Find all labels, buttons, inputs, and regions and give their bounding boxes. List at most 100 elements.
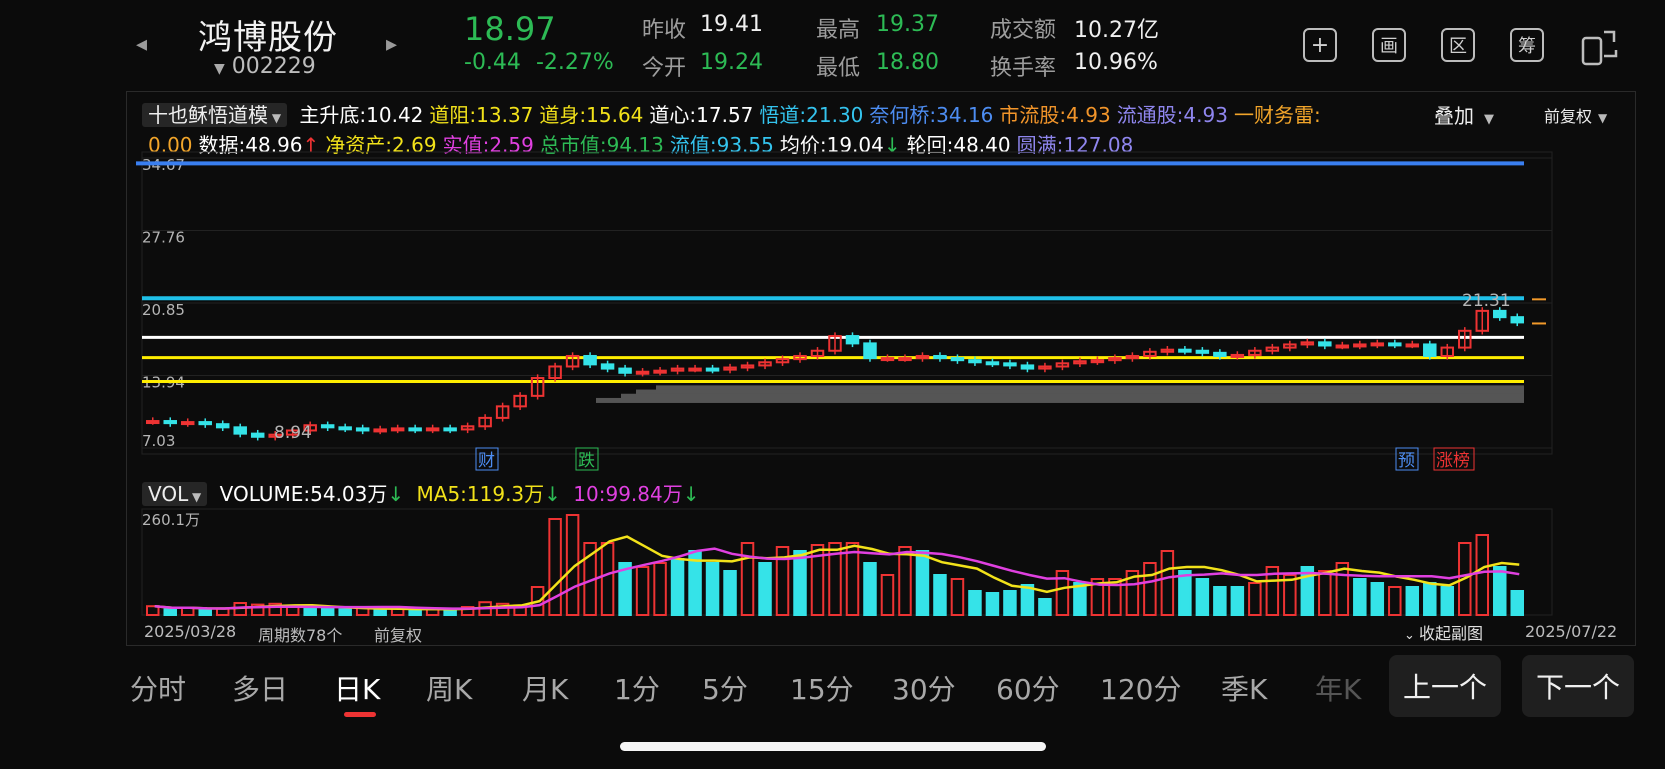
overlay-dropdown[interactable]: 叠加 ▼ xyxy=(1434,100,1494,129)
volume-bar xyxy=(1178,570,1192,616)
candle xyxy=(1370,342,1385,347)
tab-4[interactable]: 月K xyxy=(522,668,568,708)
candle xyxy=(338,426,352,431)
volume-bar xyxy=(1353,578,1367,616)
volume-bar xyxy=(1440,586,1455,616)
stat-label: 最低 xyxy=(816,56,861,81)
indicator-value: 悟道:21.30 xyxy=(759,103,864,127)
candle xyxy=(863,342,877,360)
candle xyxy=(1230,353,1245,358)
candle xyxy=(1090,359,1105,364)
volume-bar xyxy=(740,542,755,616)
candle xyxy=(320,424,335,429)
tab-12[interactable]: 年K xyxy=(1315,668,1361,708)
candle xyxy=(635,370,650,375)
tab-3[interactable]: 周K xyxy=(426,668,472,708)
candle xyxy=(985,361,1000,366)
event-marker: 预 xyxy=(1398,451,1415,471)
tab-0[interactable]: 分时 xyxy=(130,668,186,708)
chevron-down-icon: ⌄ xyxy=(1404,628,1420,643)
down-arrow: ↓ xyxy=(544,482,561,506)
prev-stock-button[interactable]: 上一个 xyxy=(1389,655,1501,717)
candle xyxy=(1195,349,1210,354)
adjust-dropdown[interactable]: 前复权 ▼ xyxy=(1544,103,1607,127)
stat-value: 10.96% xyxy=(1074,50,1158,75)
change-percent: -2.27% xyxy=(535,50,614,75)
candle xyxy=(215,423,230,429)
candle xyxy=(146,420,160,425)
candle xyxy=(233,426,247,435)
volume-bar xyxy=(1213,586,1227,616)
tab-1[interactable]: 多日 xyxy=(232,668,288,708)
tab-8[interactable]: 30分 xyxy=(892,668,956,708)
current-price: 18.97 xyxy=(464,10,556,48)
tab-10[interactable]: 120分 xyxy=(1100,668,1181,708)
kline-chart[interactable]: 34.6727.7620.8513.947.038.9421.31财跌预涨榜 xyxy=(126,150,1636,475)
candle xyxy=(618,367,632,374)
volume-bar xyxy=(373,608,387,617)
tab-5[interactable]: 1分 xyxy=(614,668,660,708)
tab-6[interactable]: 5分 xyxy=(702,668,748,708)
prev-stock-arrow-icon[interactable]: ◂ xyxy=(136,32,147,57)
candle xyxy=(688,367,702,372)
stat-label: 今开 xyxy=(642,56,687,81)
chip-distribution-button[interactable]: 筹 xyxy=(1510,28,1544,62)
volume-bar xyxy=(653,562,667,616)
volume-bar xyxy=(1510,590,1525,616)
stock-code-text: 002229 xyxy=(231,54,316,79)
volume-bar xyxy=(320,607,335,616)
candle xyxy=(1353,343,1367,348)
stat-label: 最高 xyxy=(816,18,861,43)
volume-bar xyxy=(1248,582,1262,616)
indicator-selector[interactable]: 十也稣悟道模 ▼ xyxy=(142,103,288,127)
down-arrow: ↓ xyxy=(682,482,700,506)
stat-label: 换手率 xyxy=(990,56,1057,81)
volume-header: VOL ▼ VOLUME:54.03万↓ MA5:119.3万↓ 10:99.8… xyxy=(142,478,700,507)
rotate-screen-icon[interactable] xyxy=(1580,26,1620,66)
volume-bar xyxy=(635,566,650,616)
tab-7[interactable]: 15分 xyxy=(790,668,854,708)
volume-indicator-selector[interactable]: VOL ▼ xyxy=(142,482,208,506)
y-tick-label: 7.03 xyxy=(142,432,175,450)
candle xyxy=(198,421,212,426)
volume-bar xyxy=(303,606,317,617)
adjust-label: 前复权 xyxy=(1544,107,1593,126)
indicator-value: 流通股:4.93 xyxy=(1116,103,1228,127)
stock-code[interactable]: ▼ 002229 xyxy=(214,54,316,79)
volume-bar xyxy=(670,558,685,616)
volume-bar xyxy=(1388,586,1402,616)
candle xyxy=(408,427,422,432)
active-tab-indicator xyxy=(344,712,376,717)
volume-bar xyxy=(1423,582,1437,616)
change-value: -0.44 xyxy=(464,50,521,75)
tab-2[interactable]: 日K xyxy=(334,668,380,708)
candle xyxy=(250,432,265,438)
volume-bar xyxy=(408,609,422,616)
indicator-value: 主升底:10.42 xyxy=(299,103,424,127)
candle xyxy=(880,357,895,362)
indicator-value: 一财务雷: xyxy=(1233,103,1321,127)
candle xyxy=(600,363,615,370)
chevron-down-icon: ▼ xyxy=(214,61,225,77)
next-stock-arrow-icon[interactable]: ▸ xyxy=(386,32,397,57)
range-tool-button[interactable]: 区 xyxy=(1441,28,1475,62)
volume-chart[interactable]: 260.1万 xyxy=(126,505,1636,620)
next-stock-button[interactable]: 下一个 xyxy=(1522,655,1634,717)
tab-11[interactable]: 季K xyxy=(1221,668,1267,708)
y-tick-label: 27.76 xyxy=(142,229,185,247)
event-marker: 跌 xyxy=(578,451,595,471)
ma10-value: 10:99.84万 xyxy=(573,482,683,506)
draw-tool-button[interactable]: 画 xyxy=(1372,28,1406,62)
candle xyxy=(968,359,982,364)
volume-bar xyxy=(968,590,982,616)
volume-bar xyxy=(198,609,212,616)
indicator-value: 道阻:13.37 xyxy=(429,103,534,127)
overlay-label: 叠加 xyxy=(1434,104,1474,128)
candle xyxy=(950,357,965,362)
tab-9[interactable]: 60分 xyxy=(996,668,1060,708)
volume-bar xyxy=(285,606,300,616)
down-arrow: ↓ xyxy=(387,482,405,506)
indicator-value: 市流股:4.93 xyxy=(999,103,1111,127)
add-watchlist-button[interactable]: + xyxy=(1303,28,1337,62)
collapse-subchart-button[interactable]: ⌄ 收起副图 xyxy=(1404,620,1483,644)
